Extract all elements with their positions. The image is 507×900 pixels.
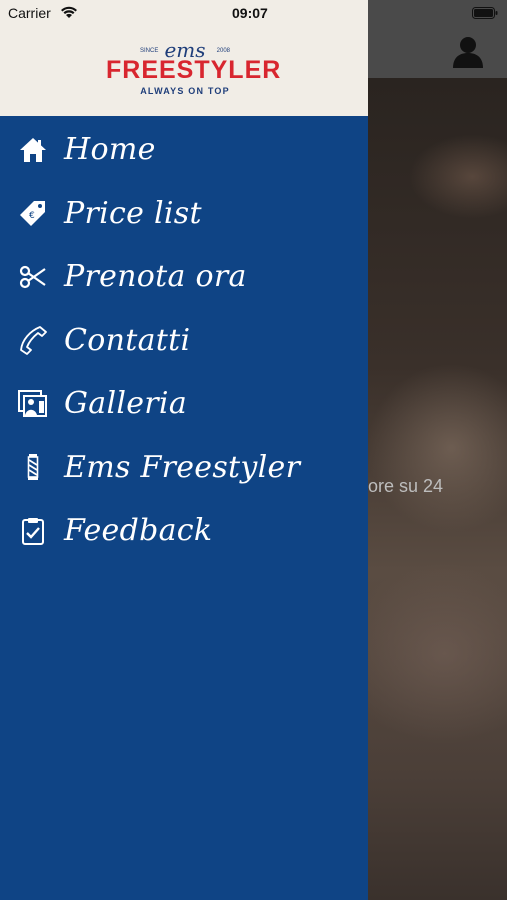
wifi-icon [61, 6, 77, 18]
menu-item-prenota-ora[interactable]: Prenota ora [0, 245, 368, 309]
menu-item-galleria[interactable]: Galleria [0, 372, 368, 436]
menu-item-price-list[interactable]: € Price list [0, 182, 368, 246]
svg-text:€: € [29, 211, 35, 221]
menu-item-label: Prenota ora [64, 259, 247, 295]
menu-item-contatti[interactable]: Contatti [0, 309, 368, 373]
menu-item-ems-freestyler[interactable]: Ems Freestyler [0, 436, 368, 500]
side-drawer: ems SINCE 2008 FREESTYLER ALWAYS ON TOP … [0, 0, 368, 900]
brand-logo: ems SINCE 2008 FREESTYLER ALWAYS ON TOP [106, 40, 282, 102]
logo-tagline: ALWAYS ON TOP [140, 86, 230, 96]
menu-item-label: Price list [64, 195, 202, 231]
gallery-icon [18, 389, 48, 419]
price-tag-icon: € [18, 198, 48, 228]
clipboard-check-icon [18, 516, 48, 546]
menu-item-label: Ems Freestyler [64, 449, 301, 485]
menu-item-label: Contatti [64, 322, 191, 358]
scissors-icon [18, 262, 48, 292]
logo-brand: FREESTYLER [106, 56, 282, 84]
menu-item-label: Home [64, 132, 156, 168]
menu-item-label: Galleria [64, 386, 188, 422]
drawer-menu: Home € Price list Prenota ora Contatti G… [0, 118, 368, 563]
phone-icon [18, 325, 48, 356]
logo-since: SINCE [140, 48, 159, 54]
status-bar: Carrier 09:07 [0, 0, 507, 26]
barber-pole-icon [18, 452, 48, 482]
carrier-label: Carrier [8, 5, 51, 21]
clock: 09:07 [232, 5, 268, 21]
logo-year: 2008 [216, 48, 230, 54]
battery-icon [472, 7, 498, 19]
background-overlay-text: ore su 24 [368, 476, 444, 496]
menu-item-label: Feedback [64, 513, 213, 549]
menu-item-home[interactable]: Home [0, 118, 368, 182]
user-icon[interactable] [451, 34, 485, 68]
menu-item-feedback[interactable]: Feedback [0, 499, 368, 563]
home-icon [18, 135, 48, 165]
